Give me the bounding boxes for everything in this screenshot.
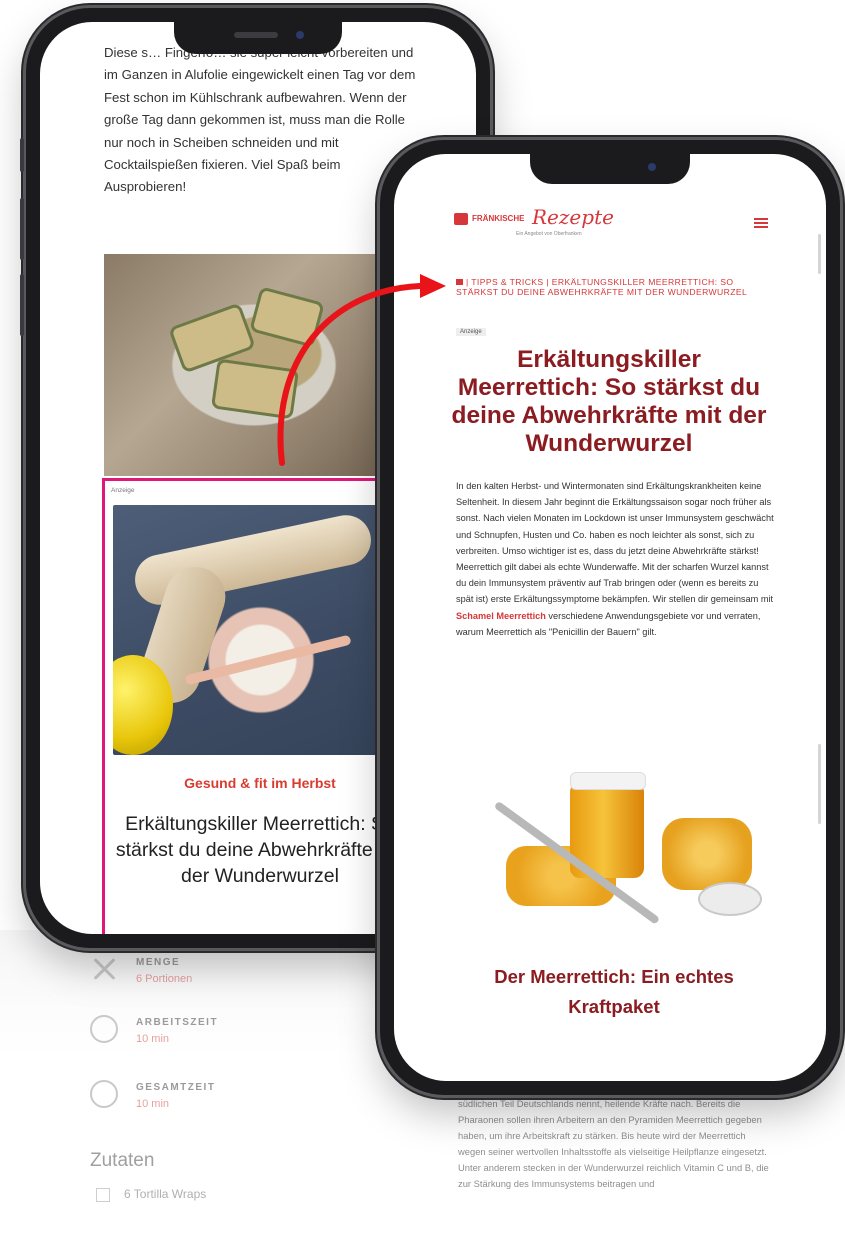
logo-tagline: Ein Angebot von Oberfranken: [516, 231, 582, 237]
intro-text: In den kalten Herbst- und Wintermonaten …: [456, 481, 774, 605]
scrollbar-thumb[interactable]: [818, 744, 821, 824]
meta-value: 6 Portionen: [136, 973, 193, 985]
honey-photo: [466, 762, 766, 947]
total-time-info: GESAMTZEIT 10 min: [90, 1080, 350, 1114]
meta-value: 10 min: [136, 1098, 170, 1110]
logo-script: Rezepte: [532, 205, 614, 229]
volume-down-button: [20, 274, 24, 336]
clock-icon: [90, 1015, 118, 1043]
ad-kicker[interactable]: Gesund & fit im Herbst: [105, 775, 415, 791]
ingredients-heading: Zutaten: [90, 1150, 155, 1171]
meta-label: GESAMTZEIT: [136, 1082, 216, 1093]
ingredient-label: 6 Tortilla Wraps: [124, 1187, 207, 1201]
background-article-text: Schon seit Jahrhunderten sagt man dem „K…: [458, 1082, 769, 1189]
meta-value: 10 min: [136, 1033, 170, 1045]
ad-teaser-card[interactable]: Anzeige Gesund & fit im Herbst Erkältung…: [102, 478, 412, 934]
notch: [530, 154, 690, 184]
scrollbar-top[interactable]: [818, 234, 821, 274]
article-paragraph: Diese s… Fingerfo… sie super leicht vorb…: [104, 45, 416, 195]
cutlery-icon: [90, 955, 118, 983]
logo-brand: FRÄNKISCHE: [472, 214, 525, 223]
mute-switch: [20, 138, 24, 172]
prep-time-info: ARBEITSZEIT 10 min: [90, 1015, 350, 1049]
servings-info: MENGE 6 Portionen: [90, 955, 350, 989]
meta-label: MENGE: [136, 957, 181, 968]
right-phone: FRÄNKISCHE Rezepte Ein Angebot von Oberf…: [380, 140, 840, 1095]
breadcrumb[interactable]: | TIPPS & TRICKS | ERKÄLTUNGSKILLER MEER…: [456, 277, 756, 297]
section-heading: Der Meerrettich: Ein echtes Kraftpaket: [494, 966, 734, 1017]
ad-label: Anzeige: [111, 487, 135, 494]
ad-title[interactable]: Erkältungskiller Meerrettich: So stärkst…: [105, 811, 415, 889]
ingredient-checkbox[interactable]: [96, 1187, 110, 1202]
volume-up-button: [20, 198, 24, 260]
notch: [174, 22, 342, 54]
clock-icon: [90, 1080, 118, 1108]
ad-badge: Anzeige: [456, 328, 486, 336]
breadcrumb-text[interactable]: | TIPPS & TRICKS | ERKÄLTUNGSKILLER MEER…: [456, 277, 747, 297]
article-intro: In den kalten Herbst- und Wintermonaten …: [456, 478, 774, 640]
schamel-link[interactable]: Schamel Meerrettich: [456, 611, 546, 621]
ingredient-item[interactable]: 6 Tortilla Wraps: [96, 1187, 206, 1202]
home-icon[interactable]: [456, 279, 463, 285]
hamburger-menu-icon[interactable]: [754, 218, 768, 228]
house-icon: [454, 213, 468, 225]
front-camera: [648, 163, 656, 171]
speaker: [234, 32, 278, 38]
wraps-photo: [104, 254, 404, 476]
front-camera: [296, 31, 304, 39]
meta-label: ARBEITSZEIT: [136, 1017, 219, 1028]
right-phone-screen: FRÄNKISCHE Rezepte Ein Angebot von Oberf…: [394, 154, 826, 1081]
article-title: Erkältungskiller Meerrettich: So stärkst…: [451, 346, 767, 457]
horseradish-photo[interactable]: [113, 505, 409, 755]
